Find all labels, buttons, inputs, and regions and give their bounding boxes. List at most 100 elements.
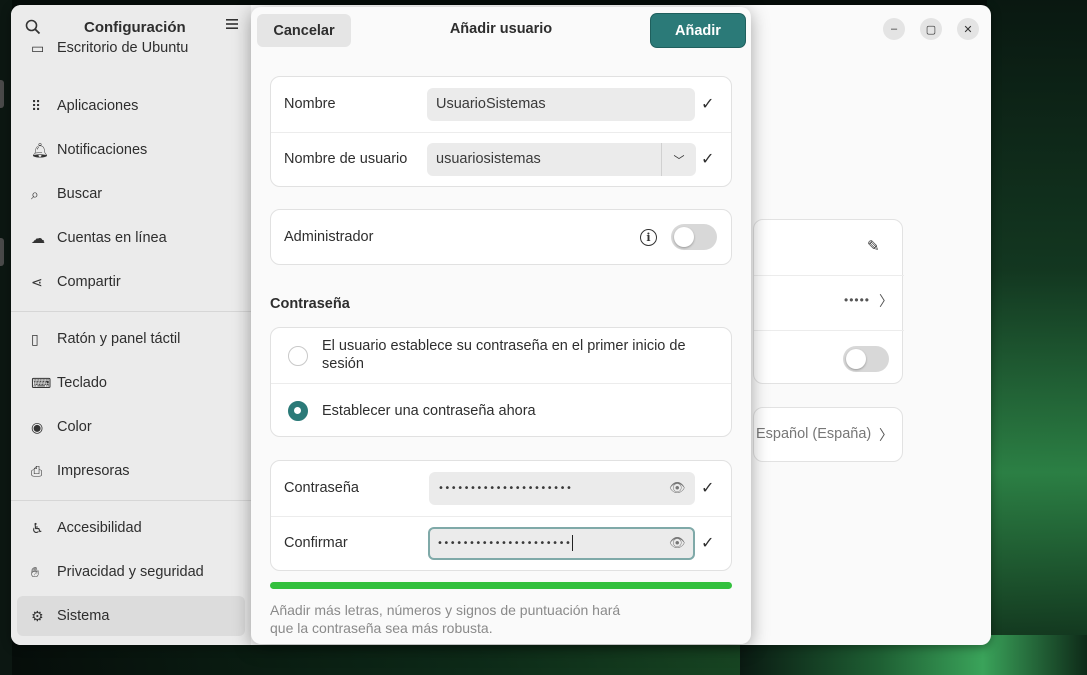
- confirm-row: Confirmar ••••••••••••••••••••• 👁︎ ✓: [271, 516, 731, 571]
- sidebar-item-label: Privacidad y seguridad: [57, 564, 204, 580]
- confirm-field[interactable]: •••••••••••••••••••••: [428, 527, 695, 560]
- admin-label: Administrador: [284, 229, 374, 245]
- password-options-box: El usuario establece su contraseña en el…: [270, 327, 732, 437]
- option-first-login[interactable]: El usuario establece su contraseña en el…: [271, 328, 731, 383]
- minimize-icon: –: [890, 23, 898, 35]
- eye-icon[interactable]: 👁︎: [669, 480, 686, 496]
- sidebar-item-label: Buscar: [57, 186, 103, 202]
- autologin-toggle[interactable]: [843, 346, 889, 372]
- sidebar-item-label: Ratón y panel táctil: [57, 331, 181, 347]
- confirm-value: •••••••••••••••••••••: [437, 538, 572, 549]
- password-row[interactable]: ••••• 〉: [754, 275, 904, 330]
- autologin-row: [754, 330, 904, 384]
- dock-indicator: [0, 80, 4, 108]
- password-label: Contraseña: [284, 480, 359, 496]
- sidebar-item-printers[interactable]: ⎙ Impresoras: [17, 451, 245, 491]
- sidebar-separator: [11, 311, 251, 312]
- sidebar-item-label: Impresoras: [57, 463, 130, 479]
- search-icon: ⌕: [31, 185, 39, 202]
- password-box: Contraseña ••••••••••••••••••••• 👁︎ ✓ Co…: [270, 460, 732, 571]
- user-details-card: ✎ ••••• 〉: [753, 219, 904, 384]
- password-dots: •••••: [844, 293, 871, 307]
- keyboard-icon: ⌨: [31, 374, 52, 391]
- confirm-label: Confirmar: [284, 535, 348, 551]
- sidebar-item-accessibility[interactable]: ♿︎ Accesibilidad: [17, 508, 245, 548]
- sidebar-item-notifications[interactable]: 🔔︎ Notificaciones: [17, 130, 245, 170]
- name-label: Nombre: [284, 96, 336, 112]
- check-icon: ✓: [701, 151, 715, 168]
- sidebar-item-system[interactable]: ⚙ Sistema: [17, 596, 245, 636]
- share-icon: ⋖: [31, 273, 43, 290]
- eye-icon[interactable]: 👁︎: [669, 535, 686, 551]
- desktop-icon: ▭: [31, 39, 45, 56]
- admin-box: Administrador i: [270, 209, 732, 265]
- sidebar-item-label: Aplicaciones: [57, 98, 139, 114]
- language-value: Español (España): [756, 426, 872, 442]
- check-icon: ✓: [701, 96, 715, 113]
- username-dropdown-button[interactable]: ﹀: [661, 143, 696, 176]
- close-icon: ✕: [963, 23, 973, 36]
- radio-first-login[interactable]: [288, 346, 308, 366]
- sidebar-item-search[interactable]: ⌕ Buscar: [17, 174, 245, 214]
- bell-icon: 🔔︎: [31, 141, 49, 158]
- password-field[interactable]: •••••••••••••••••••••: [429, 472, 695, 505]
- close-button[interactable]: ✕: [957, 18, 979, 40]
- option-first-login-label: El usuario establece su contraseña en el…: [322, 338, 686, 372]
- minimize-button[interactable]: –: [883, 18, 905, 40]
- check-icon: ✓: [701, 535, 715, 552]
- option-set-now[interactable]: Establecer una contraseña ahora: [271, 383, 731, 438]
- text-caret: [572, 535, 574, 551]
- edit-icon[interactable]: ✎: [867, 237, 880, 255]
- name-field[interactable]: UsuarioSistemas: [427, 88, 695, 121]
- hand-icon: ✋︎: [31, 563, 39, 580]
- sidebar-item-privacy[interactable]: ✋︎ Privacidad y seguridad: [17, 552, 245, 592]
- sidebar-item-mouse[interactable]: ▯ Ratón y panel táctil: [17, 319, 245, 359]
- wallpaper-aurora: [987, 0, 1087, 675]
- color-icon: ◉: [31, 418, 44, 435]
- sidebar-item-label: Color: [57, 419, 92, 435]
- toggle-knob: [674, 227, 694, 247]
- sidebar-item-keyboard[interactable]: ⌨ Teclado: [17, 363, 245, 403]
- add-user-dialog: Cancelar Añadir usuario Añadir Nombre Us…: [251, 7, 751, 644]
- info-icon[interactable]: i: [640, 229, 657, 246]
- apps-grid-icon: ⠿: [31, 97, 42, 114]
- sidebar-separator: [11, 500, 251, 501]
- sidebar-item-sharing[interactable]: ⋖ Compartir: [17, 262, 245, 302]
- sidebar-item-color[interactable]: ◉ Color: [17, 407, 245, 447]
- chevron-down-icon: ﹀: [673, 154, 685, 167]
- maximize-button[interactable]: ▢: [920, 18, 942, 40]
- language-card[interactable]: Español (España) 〉: [753, 407, 903, 462]
- password-row: Contraseña ••••••••••••••••••••• 👁︎ ✓: [271, 461, 731, 516]
- sidebar-item-label: Teclado: [57, 375, 107, 391]
- chevron-right-icon: 〉: [879, 427, 893, 443]
- sidebar-item-label: Compartir: [57, 274, 121, 290]
- chevron-right-icon: 〉: [879, 293, 893, 309]
- sidebar-item-label: Cuentas en línea: [57, 230, 167, 246]
- sidebar-item-ubuntu-desktop[interactable]: ▭ Escritorio de Ubuntu: [17, 33, 245, 63]
- username-field[interactable]: usuariosistemas: [427, 143, 661, 176]
- sidebar-item-apps[interactable]: ⠿ Aplicaciones: [17, 86, 245, 126]
- password-hint: Añadir más letras, números y signos de p…: [270, 602, 621, 636]
- sidebar-item-label: Notificaciones: [57, 142, 148, 158]
- sidebar-item-label: Accesibilidad: [57, 520, 142, 536]
- accessibility-icon: ♿︎: [31, 519, 44, 536]
- option-set-now-label: Establecer una contraseña ahora: [322, 403, 536, 419]
- sidebar-item-label: Sistema: [57, 608, 110, 624]
- check-icon: ✓: [701, 480, 715, 497]
- dock-indicator: [0, 238, 4, 266]
- add-button[interactable]: Añadir: [651, 14, 745, 47]
- printer-icon: ⎙: [31, 462, 43, 479]
- cloud-icon: ☁︎: [31, 229, 45, 246]
- maximize-icon: ▢: [925, 23, 937, 36]
- radio-set-now[interactable]: [288, 401, 308, 421]
- dialog-header: Cancelar Añadir usuario Añadir: [251, 7, 751, 53]
- password-strength-bar: [270, 582, 732, 589]
- admin-toggle[interactable]: [671, 224, 717, 250]
- username-label: Nombre de usuario: [284, 151, 408, 167]
- identity-box: Nombre UsuarioSistemas ✓ Nombre de usuar…: [270, 76, 732, 187]
- sidebar: Configuración ▭ Escritorio de Ubuntu ⠿ A…: [11, 5, 251, 645]
- username-row: Nombre de usuario usuariosistemas ﹀ ✓: [271, 132, 731, 187]
- sidebar-item-online-accounts[interactable]: ☁︎ Cuentas en línea: [17, 218, 245, 258]
- password-section-title: Contraseña: [270, 296, 350, 312]
- cancel-button[interactable]: Cancelar: [257, 14, 351, 47]
